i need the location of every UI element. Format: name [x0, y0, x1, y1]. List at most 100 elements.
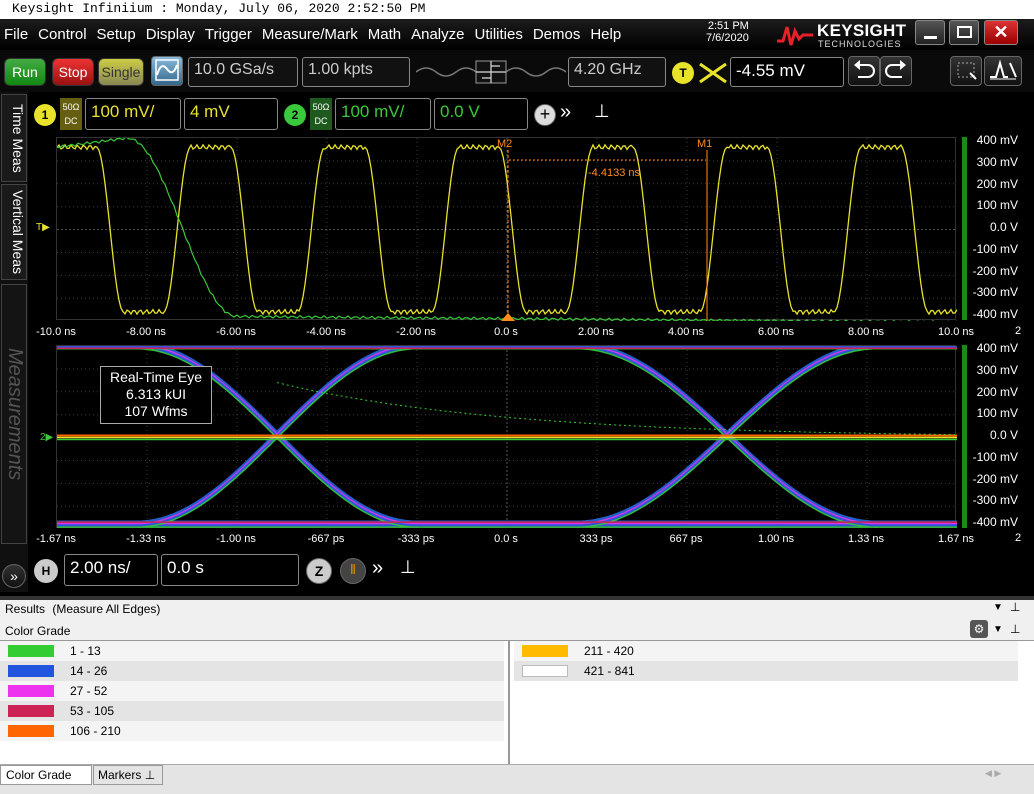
ch2-offset-field[interactable]: 0.0 V: [434, 98, 528, 130]
run-button[interactable]: Run: [4, 58, 46, 86]
marker-m2-label[interactable]: M2: [497, 138, 512, 150]
ch2-badge[interactable]: 2: [284, 104, 306, 126]
eye-ui-count: 6.313 kUI: [126, 386, 186, 402]
undo-button[interactable]: [848, 56, 880, 86]
menu-setup[interactable]: Setup: [97, 26, 136, 43]
eye-info-box[interactable]: Real-Time Eye 6.313 kUI 107 Wfms: [100, 366, 212, 424]
settings-gear-icon[interactable]: ⚙: [970, 620, 988, 638]
bandwidth-filter-icon[interactable]: [416, 58, 566, 86]
tab-markers[interactable]: Markers ⊥: [93, 765, 163, 785]
pin-icon[interactable]: ⊥: [400, 557, 416, 578]
menu-utilities[interactable]: Utilities: [474, 26, 522, 43]
stop-button[interactable]: Stop: [52, 58, 94, 86]
menu-file[interactable]: File: [4, 26, 28, 43]
acquisition-mode-button[interactable]: ⦀: [340, 558, 366, 584]
upper-y-tick: -400 mV: [972, 307, 1018, 321]
tab-measurements[interactable]: Measurements: [1, 284, 27, 544]
single-button[interactable]: Single: [98, 58, 144, 86]
ch1-badge[interactable]: 1: [34, 104, 56, 126]
ch2-impedance: 50Ω: [312, 102, 330, 112]
lower-x-tick: -1.67 ns: [36, 533, 76, 545]
ch1-coupling[interactable]: 50Ω DC: [60, 98, 82, 130]
maximize-button[interactable]: [949, 20, 979, 45]
menu-math[interactable]: Math: [368, 26, 401, 43]
ch2-coupling[interactable]: 50Ω DC: [310, 98, 332, 130]
measure-button[interactable]: [984, 56, 1022, 86]
zoom-button[interactable]: Z: [306, 558, 332, 584]
color-grade-row: 1 - 13: [0, 641, 504, 661]
ch1-offset-field[interactable]: 4 mV: [184, 98, 278, 130]
ch2-scale-field[interactable]: 100 mV/: [335, 98, 431, 130]
double-chevron-icon: »: [10, 568, 18, 584]
lower-x-tick: 333 ps: [579, 533, 613, 545]
pin-icon[interactable]: ⊥: [594, 101, 610, 122]
menu-control[interactable]: Control: [38, 26, 86, 43]
acquisition-toolbar: Run Stop Single 10.0 GSa/s 1.00 kpts 4.2…: [0, 50, 1034, 92]
ch1-scale-field[interactable]: 100 mV/: [85, 98, 181, 130]
upper-x-tick: -2.00 ns: [396, 326, 436, 338]
dropdown-icon[interactable]: ▼: [993, 602, 1003, 613]
horizontal-badge[interactable]: H: [34, 559, 58, 583]
color-grade-row: 106 - 210: [0, 721, 504, 741]
lower-x-tick: 0.0 s: [494, 533, 518, 545]
menu-measure-mark[interactable]: Measure/Mark: [262, 26, 358, 43]
upper-corner-label: 2: [1015, 325, 1022, 337]
upper-x-tick: 2.00 ns: [577, 326, 615, 338]
lower-y-tick: -400 mV: [972, 515, 1018, 529]
add-channel-button[interactable]: +: [534, 104, 556, 126]
dropdown-icon[interactable]: ▼: [993, 624, 1003, 635]
double-chevron-icon[interactable]: »: [560, 101, 571, 124]
horizontal-position-field[interactable]: 0.0 s: [161, 554, 299, 586]
hit-range-label: 211 - 420: [584, 644, 634, 658]
upper-x-tick: -10.0 ns: [36, 326, 76, 338]
upper-x-tick: 10.0 ns: [937, 326, 975, 338]
menu-help[interactable]: Help: [590, 26, 621, 43]
upper-x-tick: 8.00 ns: [847, 326, 885, 338]
expand-tabs-button[interactable]: »: [2, 564, 26, 588]
close-button[interactable]: ✕: [984, 20, 1018, 45]
redo-button[interactable]: [880, 56, 912, 86]
trigger-edge-icon[interactable]: [698, 62, 728, 84]
sample-rate-field[interactable]: 10.0 GSa/s: [188, 57, 298, 87]
color-swatch: [8, 725, 54, 737]
brand-sub: TECHNOLOGIES: [818, 39, 902, 49]
pin-icon[interactable]: ⊥: [1010, 622, 1020, 636]
color-grade-row: 421 - 841: [514, 661, 1018, 681]
horizontal-scale-field[interactable]: 2.00 ns/: [64, 554, 158, 586]
bottom-tab-bar: Color Grade Markers ⊥ ◀ ▶: [0, 764, 1034, 794]
pane-splitter[interactable]: [0, 596, 1034, 600]
color-grade-row: 27 - 52: [0, 681, 504, 701]
bandwidth-field[interactable]: 4.20 GHz: [568, 57, 666, 87]
pin-icon[interactable]: ⊥: [1010, 600, 1020, 614]
autoscale-button[interactable]: [151, 56, 183, 86]
ch1-ground-marker[interactable]: T▶: [36, 222, 50, 233]
double-chevron-icon[interactable]: »: [372, 557, 383, 580]
tab-time-meas[interactable]: Time Meas: [1, 94, 27, 182]
plus-icon: +: [539, 104, 551, 124]
horizontal-controls: H 2.00 ns/ 0.0 s Z ⦀ » ⊥: [28, 550, 508, 590]
tab-color-grade[interactable]: Color Grade: [0, 765, 92, 785]
menu-display[interactable]: Display: [146, 26, 195, 43]
menu-demos[interactable]: Demos: [533, 26, 581, 43]
menu-bar: File Control Setup Display Trigger Measure/Ma…: [0, 19, 1034, 50]
tab-scroll-icon[interactable]: ◀ ▶: [985, 768, 1001, 779]
keysight-wave-icon: [777, 26, 813, 46]
tab-vertical-meas[interactable]: Vertical Meas: [1, 184, 27, 280]
trigger-badge[interactable]: T: [672, 62, 694, 84]
ch2-dc: DC: [314, 116, 328, 126]
marker-m1-label[interactable]: M1: [697, 138, 712, 150]
menu-trigger[interactable]: Trigger: [205, 26, 252, 43]
hit-range-label: 106 - 210: [70, 724, 121, 738]
minimize-button[interactable]: [915, 20, 945, 45]
lower-y-tick: 100 mV: [976, 406, 1018, 421]
upper-x-tick: 0.0 s: [494, 326, 518, 338]
upper-x-tick: 4.00 ns: [667, 326, 705, 338]
close-icon: ✕: [993, 22, 1009, 42]
zoom-box-button[interactable]: [950, 56, 982, 86]
upper-waveform-plot[interactable]: [56, 136, 958, 325]
trigger-level-field[interactable]: -4.55 mV: [730, 57, 844, 87]
color-swatch: [8, 705, 54, 717]
menu-analyze[interactable]: Analyze: [411, 26, 464, 43]
ch2-ground-marker[interactable]: 2▶: [40, 432, 53, 443]
memory-depth-field[interactable]: 1.00 kpts: [302, 57, 410, 87]
